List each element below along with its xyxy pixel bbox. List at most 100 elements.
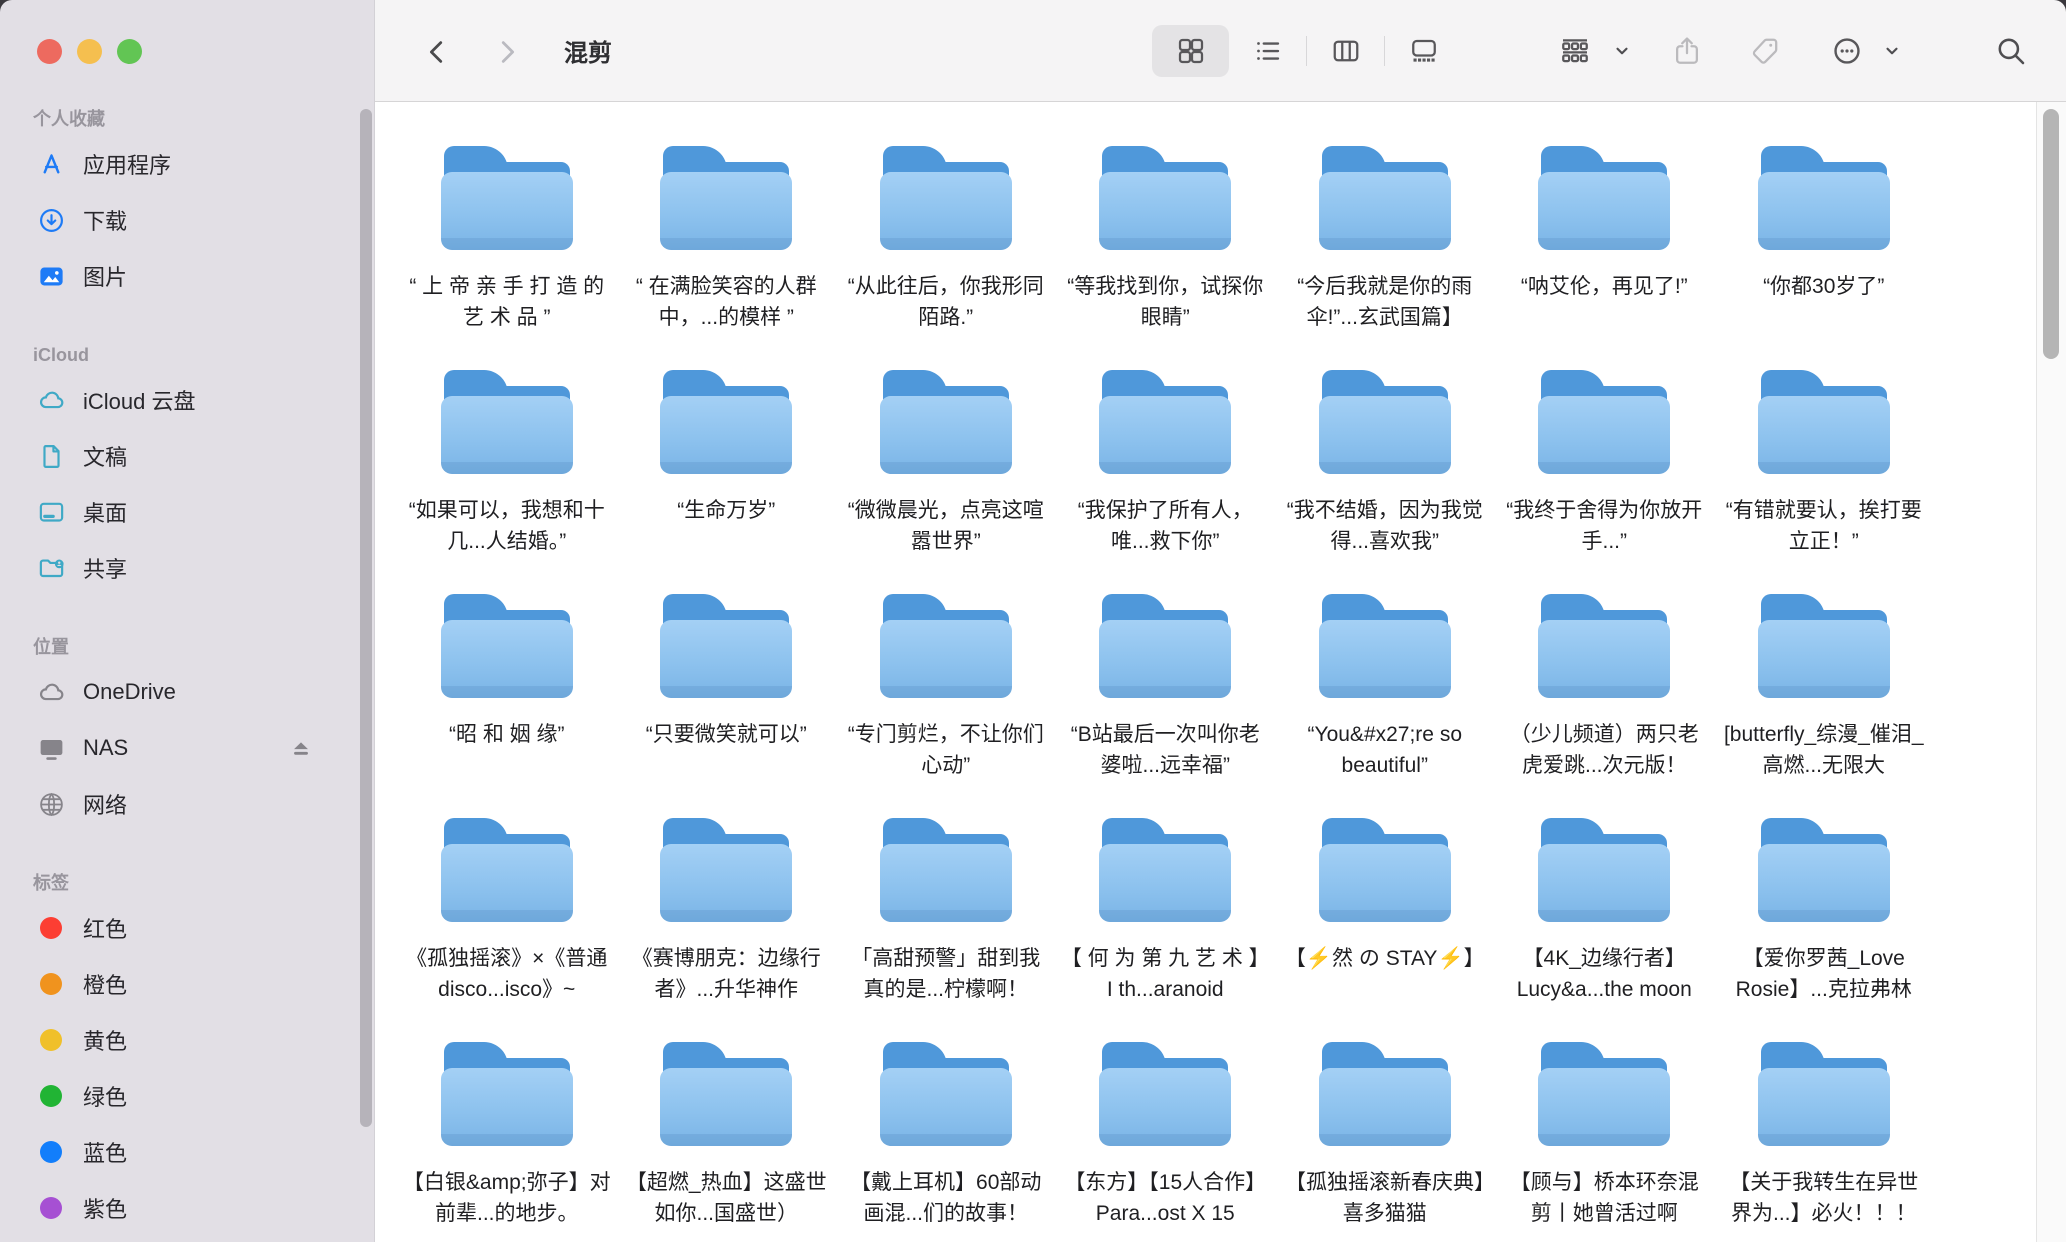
folder-item[interactable]: 【东方】【15人合作】Para...ost X 15 [1056, 1042, 1276, 1242]
folder-item[interactable]: “从此往后，你我形同陌路.” [836, 146, 1056, 370]
sidebar-section-header: iCloud [0, 344, 374, 372]
folder-item[interactable]: 【⚡然 の STAY⚡】 [1275, 818, 1495, 1042]
folder-item[interactable]: 《孤独摇滚》×《普通disco...isco》~ [397, 818, 617, 1042]
folder-item[interactable]: “ 上 帝 亲 手 打 造 的 艺 术 品 ” [397, 146, 617, 370]
folder-item[interactable]: 【超燃_热血】这盛世如你...国盛世） [617, 1042, 837, 1242]
sidebar-item-tag-4[interactable]: 蓝色 [0, 1124, 374, 1180]
folder-item[interactable]: “只要微笑就可以” [617, 594, 837, 818]
folder-icon [1758, 594, 1890, 698]
more-chevron[interactable] [1877, 38, 1907, 64]
group-chevron[interactable] [1607, 38, 1637, 64]
sidebar-sections: 个人收藏应用程序下载图片iCloudiCloud 云盘文稿桌面共享位置OneDr… [0, 108, 374, 1242]
folder-item[interactable]: “微微晨光，点亮这喧嚣世界” [836, 370, 1056, 594]
column-view-button[interactable] [1307, 25, 1384, 77]
folder-item[interactable]: “我终于舍得为你放开手...” [1495, 370, 1715, 594]
gallery-view-button[interactable] [1385, 25, 1462, 77]
folder-item[interactable]: 【孤独摇滚新春庆典】喜多猫猫 [1275, 1042, 1495, 1242]
sidebar-item-tag-2[interactable]: 黄色 [0, 1012, 374, 1068]
folder-item[interactable]: “ 在满脸笑容的人群中，...的模样 ” [617, 146, 837, 370]
folder-item[interactable]: “专门剪烂，不让你们心动” [836, 594, 1056, 818]
sidebar-item-label: 文稿 [83, 440, 127, 472]
folder-icon [660, 146, 792, 250]
folder-item[interactable]: 【顾与】桥本环奈混剪丨她曾活过啊 [1495, 1042, 1715, 1242]
folder-item[interactable]: “有错就要认，挨打要立正！” [1714, 370, 1934, 594]
folder-icon [880, 594, 1012, 698]
minimize-button[interactable] [77, 39, 102, 64]
folder-item[interactable]: “你都30岁了” [1714, 146, 1934, 370]
share-icon [1671, 35, 1703, 67]
folder-label: [butterfly_综漫_催泪_高燃...无限大 [1719, 719, 1928, 781]
folder-label: “生命万岁” [622, 495, 831, 526]
folder-icon [1758, 370, 1890, 474]
main-area: 混剪 [375, 0, 2066, 1242]
folder-item[interactable]: “今后我就是你的雨伞!”...玄武国篇】 [1275, 146, 1495, 370]
folder-item[interactable]: 《赛博朋克：边缘行者》...升华神作 [617, 818, 837, 1042]
folder-item[interactable]: 【4K_边缘行者】Lucy&a...the moon [1495, 818, 1715, 1042]
sidebar-item-document[interactable]: 文稿 [0, 428, 374, 484]
folder-label: 《孤独摇滚》×《普通disco...isco》~ [402, 943, 611, 1005]
folder-item[interactable]: （少儿频道）两只老虎爱跳...次元版！ [1495, 594, 1715, 818]
folder-item[interactable]: “You&#x27;re so beautiful” [1275, 594, 1495, 818]
zoom-button[interactable] [117, 39, 142, 64]
sidebar-item-globe[interactable]: 网络 [0, 776, 374, 832]
tag-color-dot [40, 917, 62, 939]
sidebar-item-photo[interactable]: 图片 [0, 248, 374, 304]
folder-label: 【超燃_热血】这盛世如你...国盛世） [622, 1167, 831, 1229]
folder-item[interactable]: 【戴上耳机】60部动画混...们的故事！ [836, 1042, 1056, 1242]
share-button[interactable] [1659, 25, 1715, 77]
folder-item[interactable]: [butterfly_综漫_催泪_高燃...无限大 [1714, 594, 1934, 818]
folder-item[interactable]: “我不结婚，因为我觉得...喜欢我” [1275, 370, 1495, 594]
folder-item[interactable]: “呐艾伦，再见了!” [1495, 146, 1715, 370]
sidebar-item-tag-1[interactable]: 橙色 [0, 956, 374, 1012]
tag-color-dot [40, 1197, 62, 1219]
folder-item[interactable]: “生命万岁” [617, 370, 837, 594]
folder-item[interactable]: “我保护了所有人，唯...救下你” [1056, 370, 1276, 594]
sidebar-item-cloud[interactable]: OneDrive [0, 664, 374, 720]
sidebar-item-shared-folder[interactable]: 共享 [0, 540, 374, 596]
folder-icon [1538, 818, 1670, 922]
toolbar: 混剪 [375, 0, 2066, 102]
eject-button[interactable] [288, 735, 314, 761]
folder-item[interactable]: 【爱你罗茜_Love Rosie】...克拉弗林 [1714, 818, 1934, 1042]
back-button[interactable] [415, 30, 459, 74]
search-button[interactable] [1983, 25, 2039, 77]
folder-item[interactable]: “如果可以，我想和十几...人结婚。” [397, 370, 617, 594]
sidebar-scrollbar-thumb[interactable] [360, 109, 372, 1127]
sidebar-item-display[interactable]: NAS [0, 720, 374, 776]
sidebar-item-download[interactable]: 下载 [0, 192, 374, 248]
content-scrollbar-thumb[interactable] [2043, 109, 2059, 359]
folder-item[interactable]: “昭 和 姻 缘” [397, 594, 617, 818]
folder-item[interactable]: 【关于我转生在异世界为...】必火！！！ [1714, 1042, 1934, 1242]
forward-button[interactable] [485, 30, 529, 74]
sidebar-item-desktop[interactable]: 桌面 [0, 484, 374, 540]
sidebar-item-appstore[interactable]: 应用程序 [0, 136, 374, 192]
tag-button[interactable] [1737, 25, 1793, 77]
chevron-down-icon [1613, 42, 1631, 60]
list-view-icon [1253, 36, 1283, 66]
folder-icon [441, 594, 573, 698]
sidebar-item-icloud[interactable]: iCloud 云盘 [0, 372, 374, 428]
folder-icon [441, 1042, 573, 1146]
folder-item[interactable]: 「高甜预警」甜到我真的是...柠檬啊！ [836, 818, 1056, 1042]
folder-item[interactable]: 【 何 为 第 九 艺 术 】I th...aranoid [1056, 818, 1276, 1042]
more-button[interactable] [1817, 25, 1877, 77]
finder-window: 个人收藏应用程序下载图片iCloudiCloud 云盘文稿桌面共享位置OneDr… [0, 0, 2066, 1242]
folder-item[interactable]: 【白银&amp;弥子】对前辈...的地步。 [397, 1042, 617, 1242]
sidebar-item-tag-0[interactable]: 红色 [0, 900, 374, 956]
sidebar-item-tag-3[interactable]: 绿色 [0, 1068, 374, 1124]
list-view-button[interactable] [1229, 25, 1306, 77]
folder-icon [660, 370, 792, 474]
folder-label: “只要微笑就可以” [622, 719, 831, 750]
folder-label: “等我找到你，试探你眼睛” [1061, 271, 1270, 333]
close-button[interactable] [37, 39, 62, 64]
traffic-lights [37, 39, 142, 64]
folder-icon [1538, 370, 1670, 474]
group-button[interactable] [1543, 25, 1607, 77]
sidebar: 个人收藏应用程序下载图片iCloudiCloud 云盘文稿桌面共享位置OneDr… [0, 0, 375, 1242]
folder-item[interactable]: “B站最后一次叫你老婆啦...远幸福” [1056, 594, 1276, 818]
folder-item[interactable]: “等我找到你，试探你眼睛” [1056, 146, 1276, 370]
folder-icon [1538, 1042, 1670, 1146]
icon-view-button[interactable] [1152, 25, 1229, 77]
folder-icon [441, 146, 573, 250]
sidebar-item-tag-5[interactable]: 紫色 [0, 1180, 374, 1236]
